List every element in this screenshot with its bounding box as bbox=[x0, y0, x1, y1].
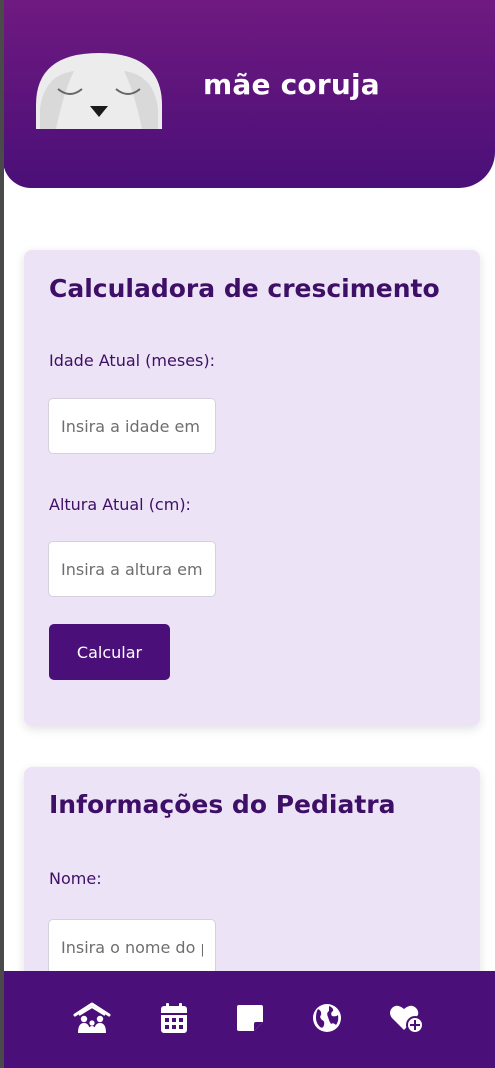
bottom-navigation bbox=[3, 971, 495, 1068]
height-input[interactable] bbox=[48, 541, 216, 597]
app-header: mãe coruja bbox=[3, 0, 495, 188]
nav-health[interactable] bbox=[387, 1001, 427, 1035]
sleeping-owl-icon bbox=[36, 53, 162, 129]
nav-calendar[interactable] bbox=[154, 1001, 194, 1035]
nav-family-home[interactable] bbox=[72, 1001, 112, 1035]
nav-world[interactable] bbox=[307, 1001, 347, 1035]
sticky-note-icon bbox=[237, 1005, 263, 1031]
growth-calculator-title: Calculadora de crescimento bbox=[49, 274, 440, 303]
height-label: Altura Atual (cm): bbox=[49, 495, 191, 514]
calendar-icon bbox=[161, 1003, 187, 1033]
globe-icon bbox=[313, 1004, 341, 1032]
pediatrician-name-label: Nome: bbox=[49, 869, 102, 888]
family-home-icon bbox=[73, 1002, 111, 1033]
pediatrician-title: Informações do Pediatra bbox=[49, 790, 396, 819]
app-brand: mãe coruja bbox=[203, 68, 380, 101]
window-edge bbox=[0, 0, 4, 1068]
growth-calculator-card: Calculadora de crescimento Idade Atual (… bbox=[24, 250, 480, 726]
nav-notes[interactable] bbox=[230, 1001, 270, 1035]
heart-plus-icon bbox=[390, 1005, 424, 1034]
app-screen: mãe coruja Calculadora de crescimento Id… bbox=[0, 0, 495, 1068]
pediatrician-name-input[interactable] bbox=[48, 919, 216, 975]
age-label: Idade Atual (meses): bbox=[49, 351, 215, 370]
age-input[interactable] bbox=[48, 398, 216, 454]
calculate-button[interactable]: Calcular bbox=[49, 624, 170, 680]
